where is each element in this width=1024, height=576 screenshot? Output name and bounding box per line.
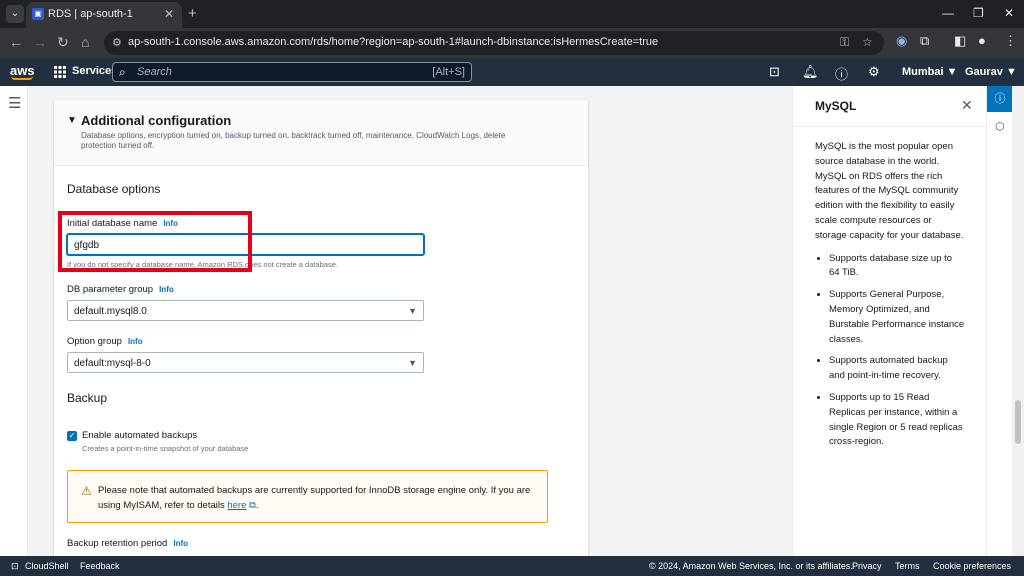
option-group-select[interactable]: default:mysql-8-0 ▼ — [67, 352, 424, 373]
help-icon[interactable]: ⓘ — [835, 64, 848, 83]
cloudshell-icon[interactable]: ⊡ — [769, 64, 780, 80]
region-selector[interactable]: Mumbai ▼ — [902, 66, 958, 78]
browser-tab[interactable]: ▣ RDS | ap-south-1 ✕ — [26, 2, 182, 28]
alert-text: Please note that automated backups are c… — [98, 485, 531, 511]
bookmark-star-icon[interactable]: ☆ — [862, 35, 873, 49]
cloudshell-footer-icon[interactable]: ⊡ — [11, 561, 19, 572]
help-panel: MySQL ✕ MySQL is the most popular open s… — [792, 86, 987, 556]
details-link[interactable]: here — [227, 500, 246, 511]
cookie-preferences-link[interactable]: Cookie preferences — [933, 561, 1011, 571]
tutorial-icon[interactable]: ⬡ — [995, 120, 1005, 133]
highlight-annotation-box — [58, 211, 252, 272]
card-header[interactable]: ▼ Additional configuration Database opti… — [54, 100, 588, 166]
site-info-icon[interactable]: ⚙ — [112, 36, 122, 49]
extensions-puzzle-icon[interactable]: ⧉ — [920, 33, 929, 49]
enable-backups-label[interactable]: Enable automated backups — [82, 430, 197, 441]
backup-retention-label: Backup retention period Info — [67, 538, 189, 549]
cloudshell-link[interactable]: CloudShell — [25, 561, 69, 571]
info-link[interactable]: Info — [128, 337, 143, 346]
profile-avatar-icon[interactable]: ● — [978, 33, 986, 48]
browser-toolbar: ← → ↻ ⌂ ⚙ ap-south-1.console.aws.amazon.… — [0, 28, 1024, 58]
password-key-icon[interactable]: ⚿ — [840, 35, 849, 50]
list-item: Supports up to 15 Read Replicas per inst… — [829, 391, 965, 450]
additional-configuration-card: ▼ Additional configuration Database opti… — [54, 100, 588, 556]
account-menu[interactable]: Gaurav ▼ — [965, 66, 1017, 78]
extension-icon[interactable]: ◉ — [896, 33, 907, 49]
menu-hamburger-icon[interactable]: ☰ — [8, 94, 21, 112]
search-icon: ⌕ — [119, 65, 126, 79]
back-icon[interactable]: ← — [9, 34, 23, 50]
services-menu[interactable]: Services — [72, 65, 117, 77]
tools-rail: ⓘ ⬡ — [986, 86, 1013, 556]
tab-search-icon[interactable]: ⌄ — [6, 5, 24, 23]
settings-gear-icon[interactable]: ⚙ — [868, 64, 880, 80]
card-description: Database options, encryption turned on, … — [81, 131, 506, 150]
copyright-text: © 2024, Amazon Web Services, Inc. or its… — [649, 561, 853, 571]
close-icon[interactable]: ✕ — [961, 97, 973, 114]
rds-favicon-icon: ▣ — [32, 8, 44, 20]
privacy-link[interactable]: Privacy — [852, 561, 882, 571]
minimize-icon[interactable]: — — [942, 6, 954, 20]
help-intro: MySQL is the most popular open source da… — [815, 141, 964, 241]
restore-icon[interactable]: ❐ — [973, 6, 984, 20]
list-item: Supports automated backup and point-in-t… — [829, 354, 965, 384]
help-bullets: Supports database size up to 64 TiB. Sup… — [815, 252, 965, 451]
option-group-label: Option group Info — [67, 336, 143, 347]
dropdown-arrow-icon: ▼ — [408, 306, 417, 316]
info-link[interactable]: Info — [173, 539, 188, 548]
db-parameter-group-select[interactable]: default.mysql8.0 ▼ — [67, 300, 424, 321]
warning-alert: ⚠ Please note that automated backups are… — [67, 470, 548, 523]
aws-footer: ⊡ CloudShell Feedback © 2024, Amazon Web… — [0, 556, 1024, 576]
card-title: Additional configuration — [81, 113, 232, 128]
backup-heading: Backup — [67, 391, 108, 405]
warning-triangle-icon: ⚠ — [81, 484, 92, 498]
database-options-heading: Database options — [67, 182, 161, 196]
caret-down-icon[interactable]: ▼ — [67, 115, 77, 126]
left-nav-rail: ☰ — [0, 86, 28, 556]
help-panel-title: MySQL — [815, 99, 857, 113]
info-link[interactable]: Info — [159, 285, 174, 294]
aws-logo-smile-icon — [11, 76, 33, 80]
browser-menu-icon[interactable]: ⋮ — [1004, 33, 1017, 49]
scrollbar-thumb[interactable] — [1015, 400, 1021, 444]
dropdown-arrow-icon: ▼ — [408, 358, 417, 368]
browser-tab-strip: ⌄ ▣ RDS | ap-south-1 ✕ + — ❐ ✕ — [0, 0, 1024, 28]
aws-search-input[interactable]: ⌕ Search [Alt+S] — [112, 62, 472, 82]
home-icon[interactable]: ⌂ — [81, 34, 89, 50]
list-item: Supports database size up to 64 TiB. — [829, 252, 965, 282]
list-item: Supports General Purpose, Memory Optimiz… — [829, 288, 965, 347]
terms-link[interactable]: Terms — [895, 561, 920, 571]
search-shortcut: [Alt+S] — [432, 66, 465, 78]
aws-top-nav: aws Services ⌕ Search [Alt+S] ⊡ 🔔︎ ⓘ ⚙ M… — [0, 58, 1024, 86]
services-grid-icon — [54, 66, 66, 78]
forward-icon[interactable]: → — [33, 34, 47, 50]
main-content: ▼ Additional configuration Database opti… — [28, 86, 792, 556]
search-placeholder: Search — [137, 66, 172, 78]
enable-backups-checkbox[interactable]: ✓ — [67, 431, 77, 441]
feedback-link[interactable]: Feedback — [80, 561, 120, 571]
db-parameter-group-label: DB parameter group Info — [67, 284, 174, 295]
tab-close-icon[interactable]: ✕ — [164, 7, 174, 21]
notifications-bell-icon[interactable]: 🔔︎ — [802, 64, 819, 80]
enable-backups-hint: Creates a point-in-time snapshot of your… — [82, 444, 249, 453]
window-close-icon[interactable]: ✕ — [1004, 6, 1014, 20]
tab-title: RDS | ap-south-1 — [48, 8, 133, 20]
divider — [793, 126, 987, 127]
help-panel-body: MySQL is the most popular open source da… — [815, 140, 965, 457]
page-scrollbar[interactable] — [1012, 86, 1024, 556]
url-text: ap-south-1.console.aws.amazon.com/rds/ho… — [128, 36, 659, 48]
side-panel-icon[interactable]: ◧ — [954, 33, 966, 49]
reload-icon[interactable]: ↻ — [57, 34, 69, 51]
external-link-icon[interactable]: ⧉ — [249, 500, 256, 511]
address-bar[interactable]: ⚙ ap-south-1.console.aws.amazon.com/rds/… — [104, 31, 884, 55]
new-tab-icon[interactable]: + — [188, 5, 197, 22]
info-panel-icon[interactable]: ⓘ — [987, 86, 1013, 112]
